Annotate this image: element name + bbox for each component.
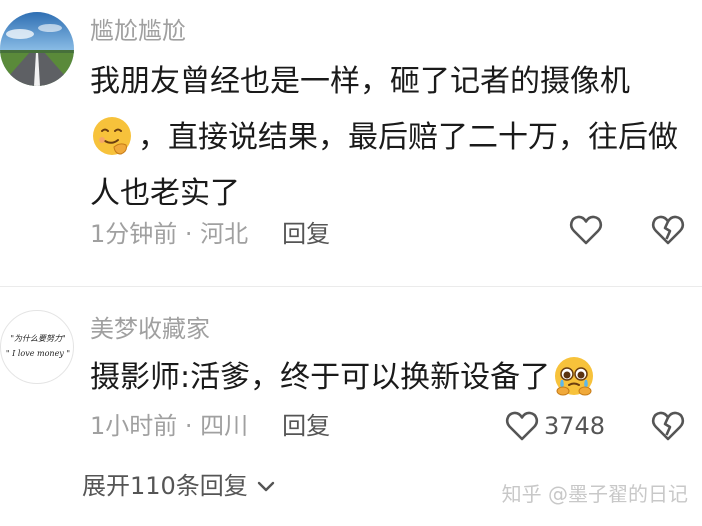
comment-feed: 尴尬尴尬 我朋友曾经也是一样，砸了记者的摄像机 ，直接说结果，最后赔了二十万，往… bbox=[0, 0, 702, 526]
comment-text-segment: ，直接说结果，最后赔了二十万，往后做 bbox=[138, 120, 678, 155]
timestamp-location: 1分钟前 · 河北 bbox=[90, 220, 249, 248]
comment-text: 我朋友曾经也是一样，砸了记者的摄像机 ，直接说结果，最后赔了二十万，往后做 人也… bbox=[90, 54, 698, 222]
reply-button[interactable]: 回复 bbox=[282, 412, 330, 440]
username[interactable]: 美梦收藏家 bbox=[90, 314, 210, 344]
divider bbox=[0, 286, 702, 287]
expand-replies-label: 展开110条回复 bbox=[82, 472, 248, 500]
comment-meta: 1小时前 · 四川 回复 bbox=[90, 410, 330, 442]
watermark: 知乎 @墨子翟的日记 bbox=[501, 482, 688, 506]
avatar[interactable]: "为什么要努力" " I love money " bbox=[0, 310, 74, 384]
avatar-road-image bbox=[0, 12, 74, 86]
reply-button[interactable]: 回复 bbox=[282, 220, 330, 248]
avatar[interactable] bbox=[0, 12, 74, 86]
comment-text-line: 人也老实了 bbox=[90, 176, 240, 211]
dislike-broken-heart-icon[interactable] bbox=[650, 212, 686, 248]
comment-text-line: 我朋友曾经也是一样，砸了记者的摄像机 bbox=[90, 64, 630, 99]
comment-text-line: ，直接说结果，最后赔了二十万，往后做 bbox=[90, 110, 698, 166]
comment-meta: 1分钟前 · 河北 回复 bbox=[90, 218, 330, 250]
dislike-broken-heart-icon[interactable] bbox=[650, 408, 686, 444]
like-heart-icon[interactable] bbox=[504, 408, 540, 444]
expand-replies-button[interactable]: 展开110条回复 bbox=[82, 468, 278, 504]
username[interactable]: 尴尬尴尬 bbox=[90, 16, 186, 46]
comment-text: 摄影师:活爹，终于可以换新设备了 bbox=[90, 350, 698, 406]
timestamp-location: 1小时前 · 四川 bbox=[90, 412, 249, 440]
comment-text-segment: 摄影师:活爹，终于可以换新设备了 bbox=[90, 360, 551, 395]
chevron-down-icon bbox=[257, 481, 275, 492]
pleading-tears-face-emoji-icon bbox=[552, 354, 596, 398]
like-count: 3748 bbox=[544, 412, 606, 440]
like-heart-icon[interactable] bbox=[568, 212, 604, 248]
smirk-face-emoji-icon bbox=[90, 114, 134, 158]
avatar-text: "为什么要努力" bbox=[10, 334, 66, 343]
avatar-text: " I love money " bbox=[5, 349, 71, 358]
